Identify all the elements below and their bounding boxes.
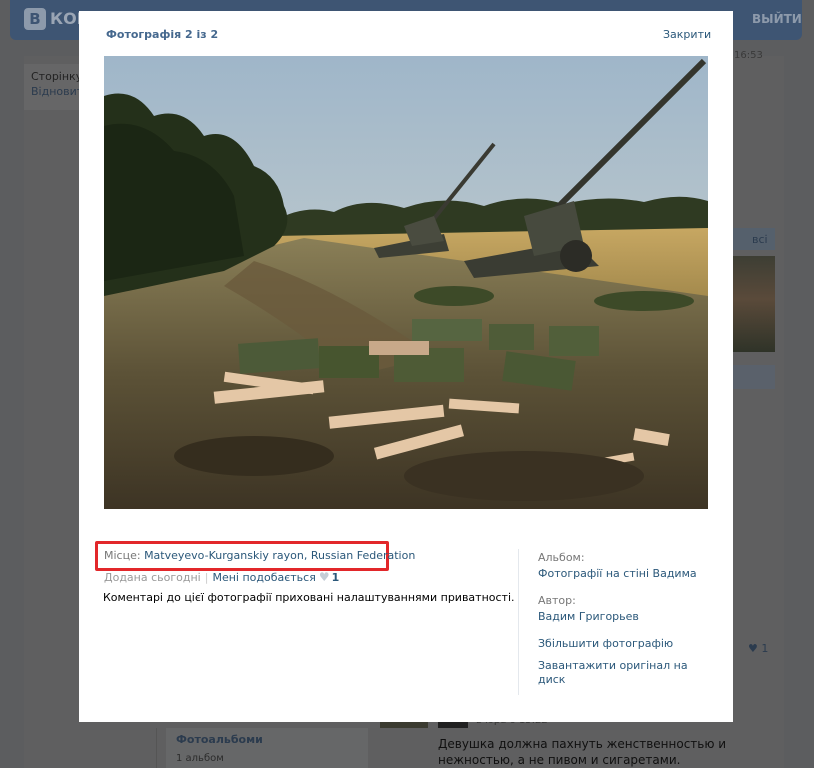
- post-like-counter[interactable]: ♥ 1: [748, 642, 768, 655]
- heart-icon: ♥: [748, 642, 758, 655]
- zoom-photo-link[interactable]: Збільшити фотографію: [538, 637, 708, 651]
- heart-icon[interactable]: ♥: [319, 570, 330, 584]
- like-count[interactable]: 1: [332, 571, 340, 584]
- like-button[interactable]: Мені подобається: [212, 571, 315, 584]
- comments-hidden-notice: Коментарі до цієї фотографії приховані н…: [103, 591, 515, 604]
- album-link[interactable]: Фотографії на стіні Вадима: [538, 567, 708, 581]
- post-like-count: 1: [761, 642, 769, 655]
- meta-separator: |: [204, 571, 209, 584]
- all-friends-link[interactable]: всі: [752, 233, 768, 246]
- photo-viewer-modal: Фотографія 2 із 2 Закрити Місце: Matveye…: [79, 11, 733, 722]
- vk-logo-icon[interactable]: B: [24, 8, 46, 30]
- column-divider: [156, 728, 157, 768]
- album-label: Альбом:: [538, 551, 585, 564]
- sidebar-bar: [733, 365, 775, 389]
- left-notice-text: Сторінку: [31, 70, 83, 83]
- photo-counter-title: Фотографія 2 із 2: [106, 28, 219, 41]
- post-text: Девушка должна пахнуть женственностью и …: [438, 737, 727, 767]
- online-time: 16:53: [734, 50, 763, 61]
- download-original-link[interactable]: Завантажити оригінал на диск: [538, 659, 708, 687]
- photo-illustration: [104, 56, 708, 509]
- albums-count: 1 альбом: [176, 753, 224, 764]
- added-date: Додана сьогодні: [104, 571, 201, 584]
- author-label: Автор:: [538, 594, 576, 607]
- sidebar-divider: [518, 549, 519, 695]
- left-notice-link[interactable]: Відновит: [31, 85, 83, 98]
- place-link[interactable]: Matveyevo-Kurganskiy rayon, Russian Fede…: [144, 549, 415, 562]
- photo-meta: Додана сьогодні | Мені подобається ♥ 1: [104, 570, 339, 584]
- logout-link[interactable]: ВЫЙТИ: [752, 12, 802, 26]
- place-label: Місце:: [104, 549, 141, 562]
- close-link[interactable]: Закрити: [663, 28, 711, 41]
- albums-title[interactable]: Фотоальбоми: [176, 733, 263, 746]
- photo-image[interactable]: [104, 56, 708, 509]
- photo-location: Місце: Matveyevo-Kurganskiy rayon, Russi…: [104, 549, 415, 562]
- friend-avatar[interactable]: [733, 256, 775, 352]
- author-link[interactable]: Вадим Григорьев: [538, 610, 708, 624]
- photo-info-sidebar: Альбом: Фотографії на стіні Вадима Автор…: [538, 551, 708, 695]
